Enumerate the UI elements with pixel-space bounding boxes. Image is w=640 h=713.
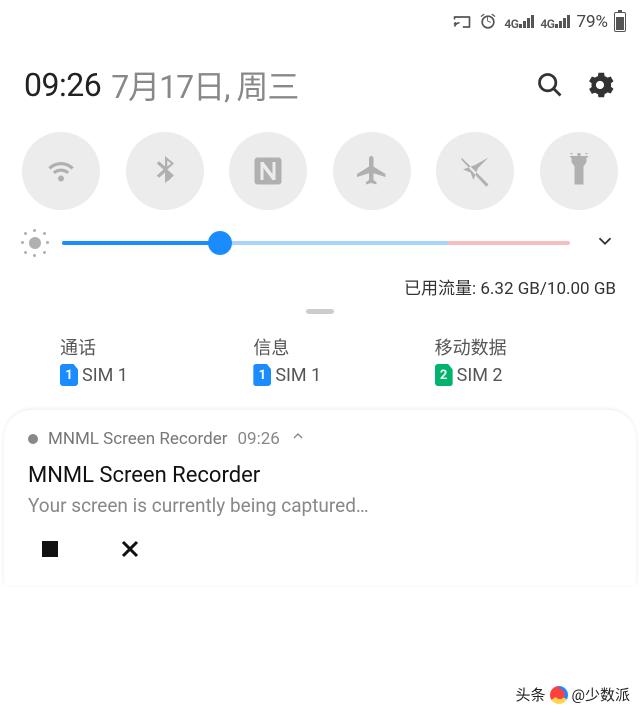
cast-icon: [452, 12, 472, 32]
search-button[interactable]: [534, 69, 566, 101]
gear-icon: [586, 71, 614, 99]
sim-chip-icon: 1: [60, 364, 78, 386]
cancel-recording-button[interactable]: [118, 537, 142, 565]
notification-collapse[interactable]: [290, 428, 306, 449]
flashlight-toggle[interactable]: [540, 132, 618, 210]
data-usage-label[interactable]: 已用流量: 6.32 GB/10.00 GB: [0, 260, 640, 305]
search-icon: [536, 71, 564, 99]
nfc-toggle[interactable]: [229, 132, 307, 210]
sim-data[interactable]: 移动数据 2 SIM 2: [435, 334, 616, 386]
quick-settings-row: [0, 126, 640, 222]
sim-chip-icon: 1: [253, 364, 271, 386]
location-off-icon: [457, 153, 493, 189]
notification-title: MNML Screen Recorder: [28, 463, 612, 488]
brightness-icon: [24, 232, 46, 254]
header-date[interactable]: 7月17日, 周三: [111, 62, 298, 108]
brightness-thumb[interactable]: [208, 231, 232, 255]
flashlight-icon: [561, 153, 597, 189]
brightness-expand[interactable]: [594, 230, 616, 256]
sim-messages-label: 信息: [253, 334, 434, 360]
drag-handle[interactable]: [0, 305, 640, 322]
chevron-down-icon: [594, 230, 616, 252]
bluetooth-toggle[interactable]: [126, 132, 204, 210]
notification-indicator-icon: [28, 434, 38, 444]
sim-calls-label: 通话: [60, 334, 241, 360]
notification-time: 09:26: [237, 429, 279, 449]
alarm-icon: [478, 12, 498, 32]
brightness-row: [0, 222, 640, 260]
airplane-icon: [354, 153, 390, 189]
sim1-network-label: 4G: [504, 14, 534, 31]
notification-app-name: MNML Screen Recorder: [48, 429, 227, 449]
panel-header: 09:26 7月17日, 周三: [0, 44, 640, 126]
location-toggle[interactable]: [436, 132, 514, 210]
battery-percentage: 79%: [576, 12, 608, 32]
watermark: 头条 @少数派: [516, 684, 631, 705]
sim-data-value: 2 SIM 2: [435, 364, 616, 386]
watermark-prefix: 头条: [516, 684, 546, 705]
sim-calls-value: 1 SIM 1: [60, 364, 241, 386]
sim-chip-icon: 2: [435, 364, 453, 386]
notification-actions: [28, 517, 612, 565]
status-bar: 4G 4G 79%: [0, 0, 640, 44]
notification-card[interactable]: MNML Screen Recorder 09:26 MNML Screen R…: [4, 410, 636, 585]
battery-icon: [614, 12, 626, 32]
sim-data-label: 移动数据: [435, 334, 616, 360]
chevron-up-icon: [290, 428, 306, 444]
brightness-slider[interactable]: [62, 240, 570, 246]
header-time: 09:26: [24, 66, 101, 104]
sim-calls[interactable]: 通话 1 SIM 1: [24, 334, 241, 386]
wifi-icon: [43, 153, 79, 189]
airplane-toggle[interactable]: [333, 132, 411, 210]
stop-icon: [38, 537, 62, 561]
sim-assignment-row: 通话 1 SIM 1 信息 1 SIM 1 移动数据 2 SIM 2: [0, 322, 640, 410]
stop-recording-button[interactable]: [38, 537, 62, 565]
wifi-toggle[interactable]: [22, 132, 100, 210]
notification-body: Your screen is currently being captured…: [28, 494, 612, 517]
watermark-handle: @少数派: [572, 684, 630, 705]
watermark-logo-icon: [550, 686, 568, 704]
bluetooth-icon: [147, 153, 183, 189]
nfc-icon: [250, 153, 286, 189]
settings-button[interactable]: [584, 69, 616, 101]
sim-messages[interactable]: 信息 1 SIM 1: [241, 334, 434, 386]
notification-header[interactable]: MNML Screen Recorder 09:26: [28, 428, 612, 449]
sim-messages-value: 1 SIM 1: [253, 364, 434, 386]
close-icon: [118, 537, 142, 561]
sim2-network-label: 4G: [540, 14, 570, 31]
